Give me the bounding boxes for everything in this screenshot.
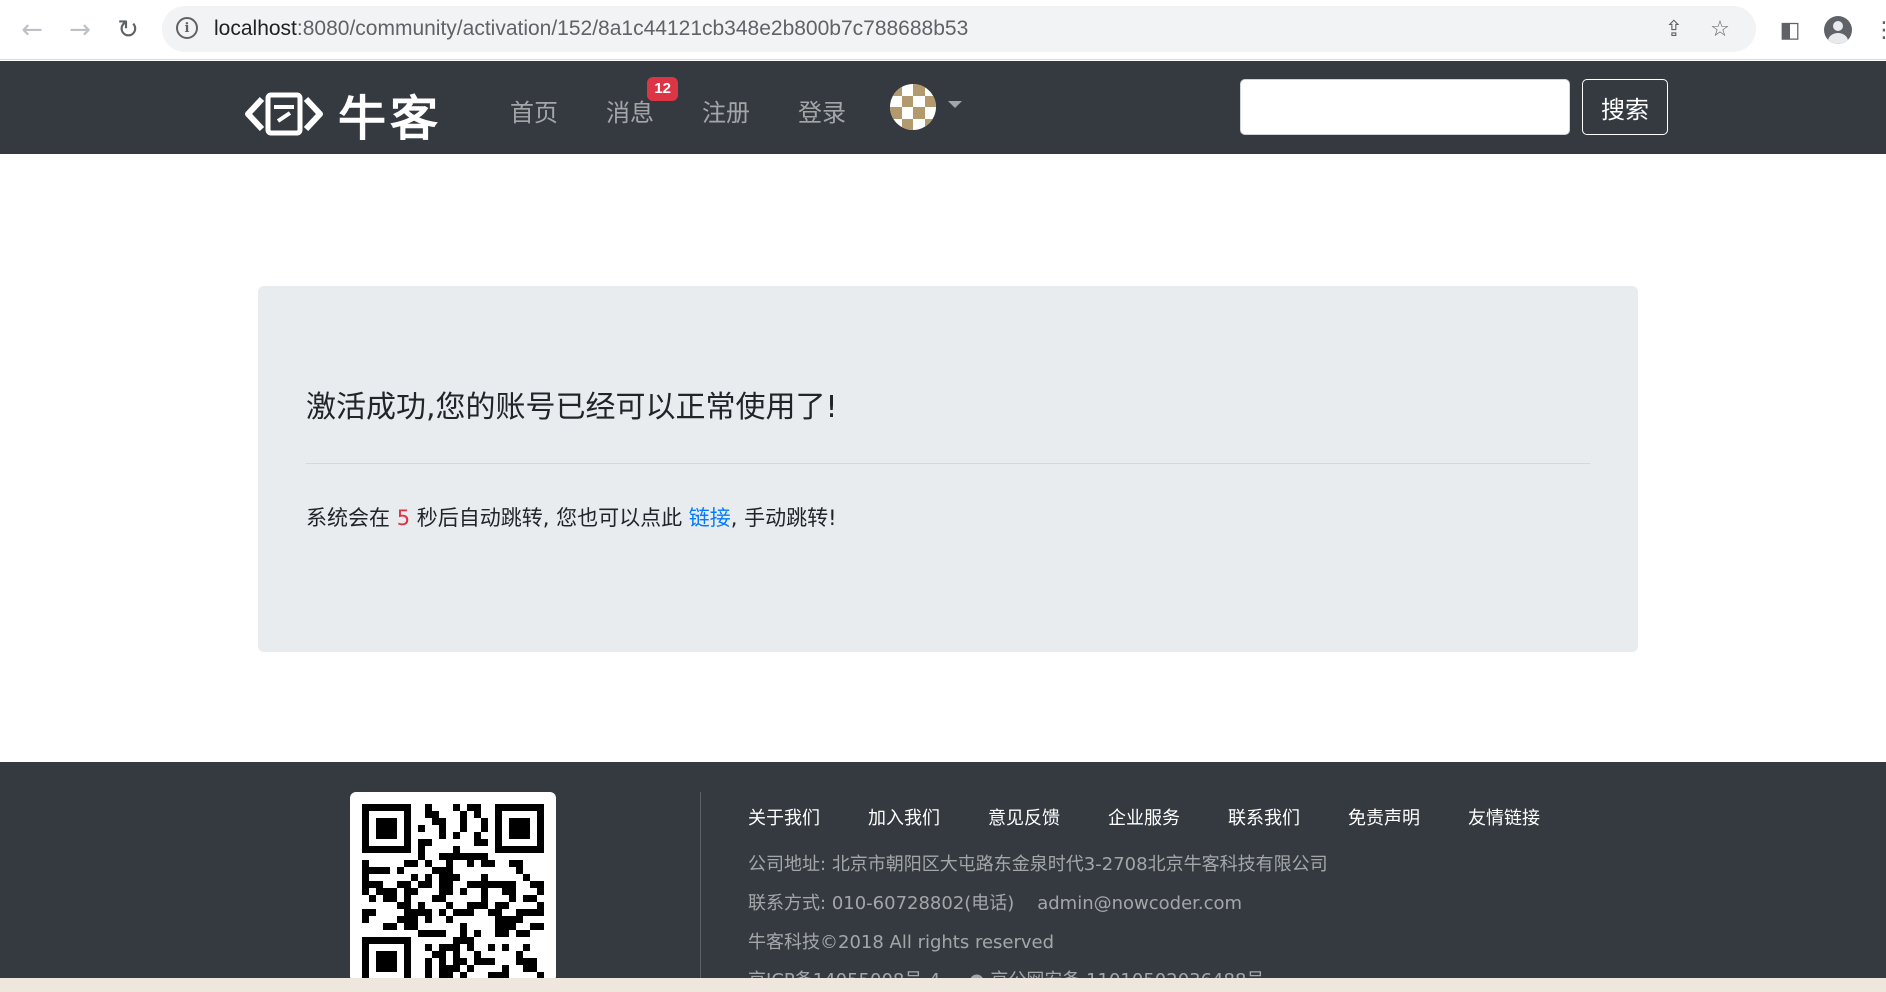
arrow-right-icon: → (69, 15, 91, 45)
arrow-left-icon: ← (21, 15, 43, 45)
footer-link-enterprise[interactable]: 企业服务 (1108, 804, 1180, 830)
menu-dots-icon[interactable]: ⋮ (1866, 12, 1886, 48)
os-taskbar (0, 978, 1886, 992)
message-count-badge: 12 (647, 77, 678, 101)
footer-divider (700, 792, 701, 982)
nav-register[interactable]: 注册 (678, 85, 774, 136)
side-panel-icon[interactable]: ◧ (1772, 12, 1808, 48)
footer-link-friends[interactable]: 友情链接 (1468, 804, 1540, 830)
site-footer: 关于我们 加入我们 意见反馈 企业服务 联系我们 免责声明 友情链接 公司地址:… (0, 762, 1886, 991)
reload-icon: ↻ (117, 15, 139, 45)
site-navbar: 牛客 首页 消息 12 注册 登录 搜索 (0, 61, 1886, 154)
divider (306, 463, 1590, 464)
star-icon[interactable]: ☆ (1706, 15, 1734, 43)
footer-link-about[interactable]: 关于我们 (748, 804, 820, 830)
browser-toolbar: ← → ↻ i localhost:8080/community/activat… (0, 0, 1886, 60)
footer-link-contact[interactable]: 联系我们 (1228, 804, 1300, 830)
address-bar[interactable]: i localhost:8080/community/activation/15… (162, 6, 1756, 52)
redirect-message: 系统会在 5 秒后自动跳转, 您也可以点此 链接, 手动跳转! (306, 506, 837, 530)
footer-links: 关于我们 加入我们 意见反馈 企业服务 联系我们 免责声明 友情链接 (748, 804, 1540, 830)
countdown-seconds: 5 (396, 506, 411, 530)
nav-messages[interactable]: 消息 12 (582, 77, 678, 136)
main-menu: 首页 消息 12 注册 登录 (486, 77, 870, 136)
nowcoder-logo-icon (245, 92, 323, 136)
footer-email: admin@nowcoder.com (1037, 893, 1243, 914)
footer-copyright: 牛客科技©2018 All rights reserved (748, 932, 1055, 953)
back-button[interactable]: ← (12, 10, 52, 50)
activation-result-panel: 激活成功,您的账号已经可以正常使用了! 系统会在 5 秒后自动跳转, 您也可以点… (258, 286, 1638, 652)
profile-button[interactable] (1820, 12, 1856, 48)
footer-contact: 联系方式: 010-60728802(电话) admin@nowcoder.co… (748, 893, 1243, 914)
footer-link-join[interactable]: 加入我们 (868, 804, 940, 830)
nav-home[interactable]: 首页 (486, 85, 582, 136)
footer-link-disclaimer[interactable]: 免责声明 (1348, 804, 1420, 830)
search-button[interactable]: 搜索 (1582, 79, 1668, 135)
user-avatar[interactable] (890, 84, 936, 130)
forward-button[interactable]: → (60, 10, 100, 50)
qr-code-image (362, 804, 544, 982)
profile-avatar-icon (1824, 16, 1852, 44)
share-icon[interactable]: ⇪ (1660, 15, 1688, 43)
url-text[interactable]: localhost:8080/community/activation/152/… (214, 17, 968, 41)
logo-text: 牛客 (338, 91, 443, 147)
info-icon[interactable]: i (176, 17, 198, 39)
nav-login[interactable]: 登录 (774, 85, 870, 136)
qr-code (350, 792, 556, 982)
footer-link-feedback[interactable]: 意见反馈 (988, 804, 1060, 830)
redirect-link[interactable]: 链接 (689, 506, 731, 530)
footer-address: 公司地址: 北京市朝阳区大屯路东金泉时代3-2708北京牛客科技有限公司 (748, 854, 1328, 875)
activation-title: 激活成功,您的账号已经可以正常使用了! (306, 390, 838, 425)
search-input[interactable] (1240, 79, 1570, 135)
dropdown-caret-icon[interactable] (948, 101, 962, 108)
reload-button[interactable]: ↻ (108, 10, 148, 50)
logo[interactable]: 牛客 (244, 79, 442, 149)
